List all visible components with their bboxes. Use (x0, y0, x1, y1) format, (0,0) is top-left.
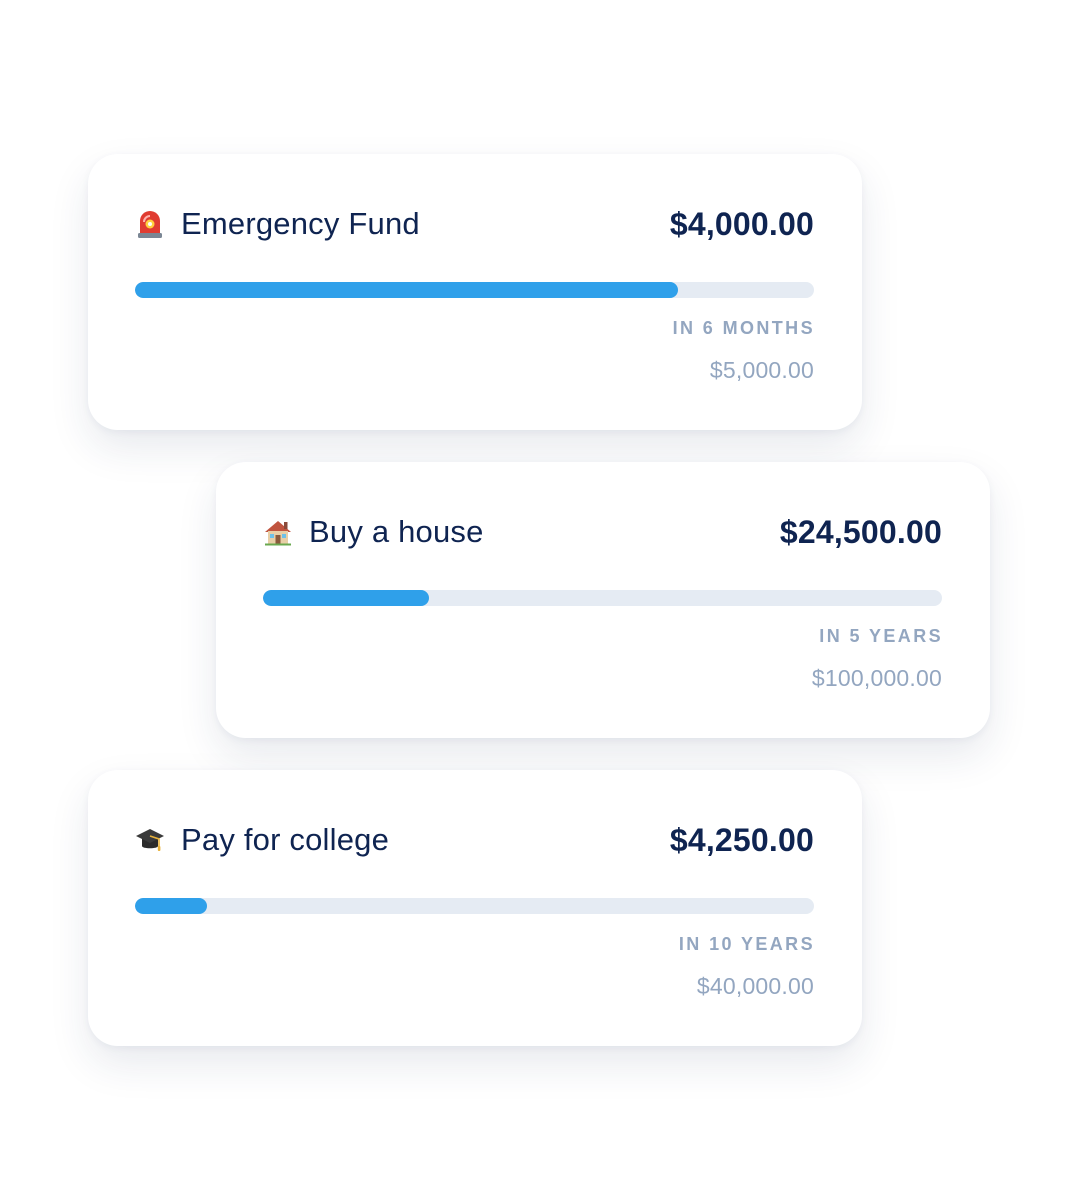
goal-header: Pay for college $4,250.00 (135, 818, 814, 862)
progress-fill (263, 590, 430, 606)
goal-target-amount: $40,000.00 (696, 973, 814, 999)
graduation-cap-icon (135, 825, 165, 855)
goal-timeframe: IN 6 MONTHS (672, 318, 815, 338)
goal-saved-amount: $4,250.00 (669, 821, 814, 858)
goal-target-amount: $5,000.00 (709, 357, 814, 383)
goal-card-buy-a-house[interactable]: Buy a house $24,500.00 IN 5 YEARS $100,0… (216, 462, 990, 738)
goal-saved-amount: $4,000.00 (669, 205, 814, 242)
rotating-light-icon (135, 209, 165, 239)
goal-title: Buy a house (263, 514, 484, 550)
goal-header: Emergency Fund $4,000.00 (135, 202, 814, 246)
goal-name: Pay for college (181, 822, 390, 857)
goal-target-amount: $100,000.00 (811, 665, 942, 691)
house-icon (263, 517, 293, 547)
goal-name: Buy a house (309, 514, 484, 549)
progress-bar (135, 898, 814, 914)
progress-bar (263, 590, 942, 606)
goal-saved-amount: $24,500.00 (779, 513, 942, 550)
progress-fill (135, 282, 679, 298)
goal-title: Pay for college (135, 822, 389, 858)
goal-name: Emergency Fund (181, 206, 420, 241)
goal-card-emergency-fund[interactable]: Emergency Fund $4,000.00 IN 6 MONTHS $5,… (88, 154, 862, 430)
goal-card-pay-for-college[interactable]: Pay for college $4,250.00 IN 10 YEARS $4… (88, 770, 862, 1046)
progress-bar (135, 282, 814, 298)
goal-timeframe: IN 5 YEARS (819, 626, 943, 646)
progress-fill (135, 898, 207, 914)
goal-header: Buy a house $24,500.00 (263, 510, 942, 554)
goal-timeframe: IN 10 YEARS (678, 934, 815, 954)
goal-title: Emergency Fund (135, 206, 420, 242)
